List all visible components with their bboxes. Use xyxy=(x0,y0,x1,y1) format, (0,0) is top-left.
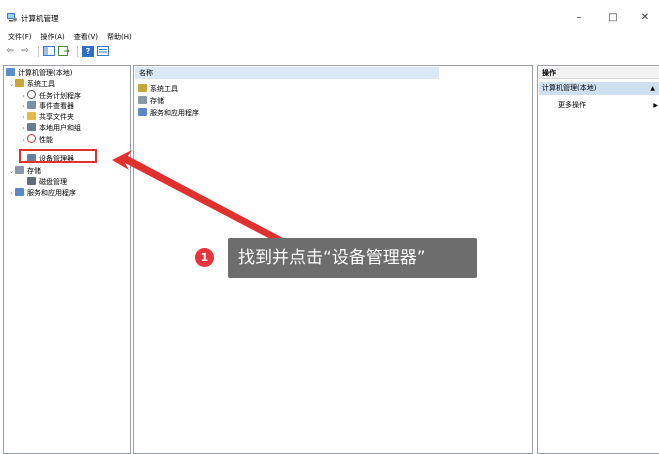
step-badge: 1 xyxy=(195,248,214,267)
instruction-callout: 找到并点击“设备管理器” xyxy=(228,238,477,278)
pointer-arrow xyxy=(112,150,300,253)
